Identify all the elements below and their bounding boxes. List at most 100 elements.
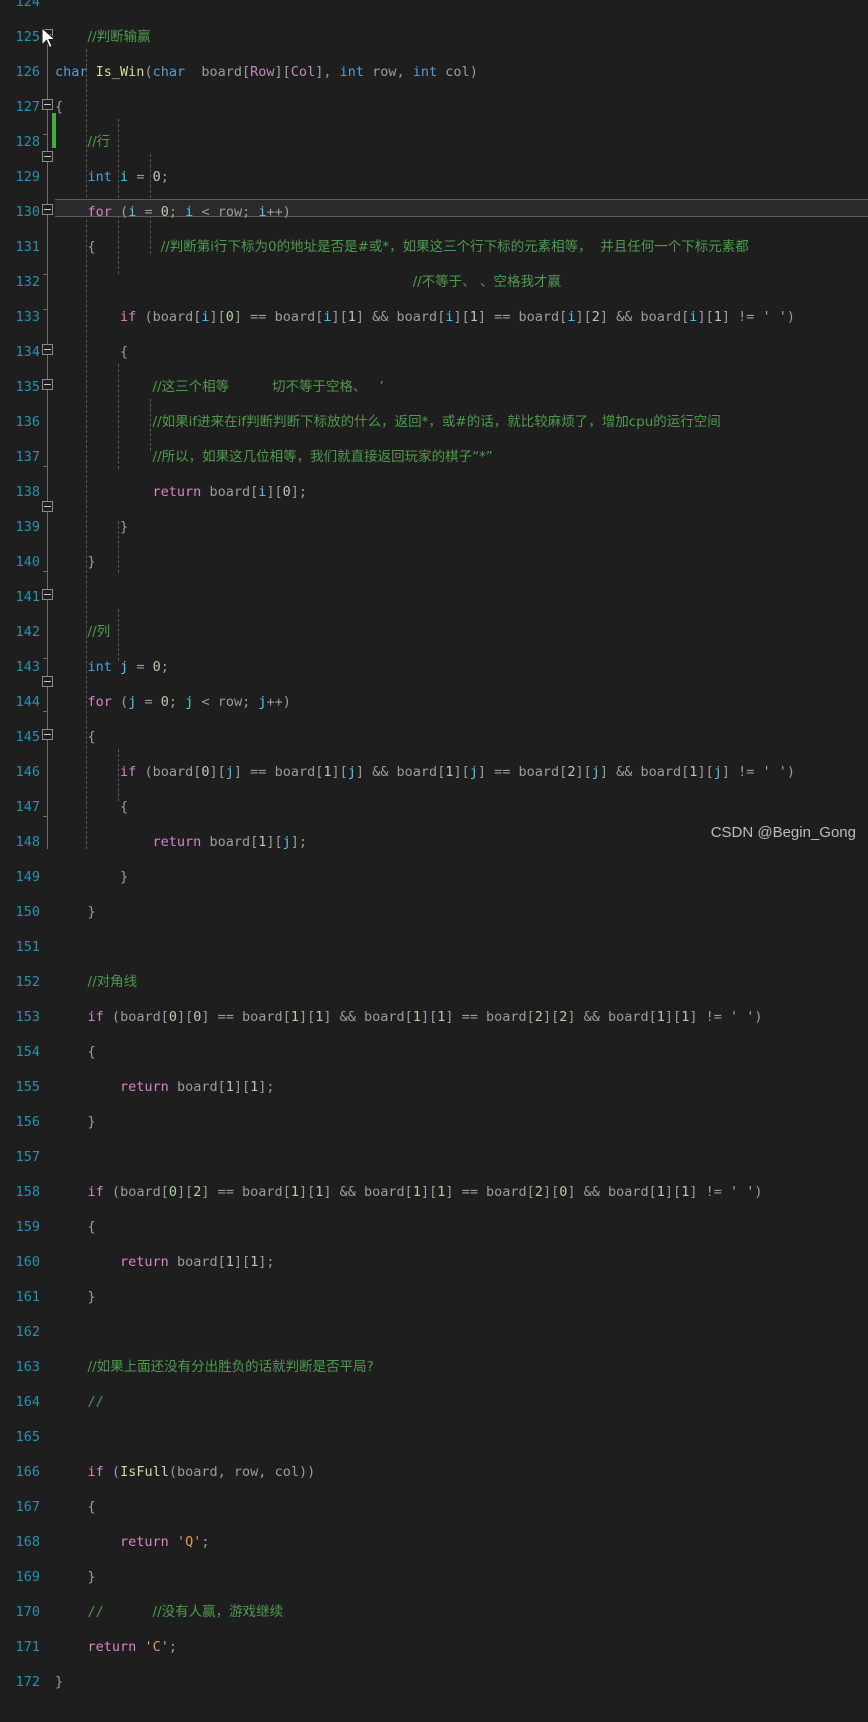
line-content[interactable]: { bbox=[55, 1499, 96, 1517]
line-number: 146 bbox=[15, 764, 40, 780]
line-content[interactable]: //对角线 bbox=[55, 974, 138, 992]
fold-toggle-153[interactable] bbox=[42, 501, 53, 512]
line-content[interactable]: int j = 0; bbox=[55, 659, 169, 677]
line-content[interactable]: return 'Q'; bbox=[55, 1534, 209, 1552]
code-line: 129 int i = 0; bbox=[0, 169, 868, 187]
line-number: 155 bbox=[15, 1079, 40, 1095]
line-number: 131 bbox=[15, 239, 40, 255]
line-content[interactable]: { bbox=[55, 1219, 96, 1237]
code-line: 138 return board[i][0]; bbox=[0, 484, 868, 502]
code-line: 136 //如果if进来在if判断判断下标放的什么，返回*，或#的话，就比较麻烦… bbox=[0, 414, 868, 432]
code-line: 134 { bbox=[0, 344, 868, 362]
line-number: 127 bbox=[15, 99, 40, 115]
line-content[interactable]: } bbox=[55, 904, 96, 922]
line-content[interactable]: //列 bbox=[55, 624, 111, 642]
code-line: 159 { bbox=[0, 1219, 868, 1237]
line-content[interactable]: for (j = 0; j < row; j++) bbox=[55, 694, 291, 712]
line-content[interactable]: } bbox=[55, 554, 96, 572]
outline-vertical-line bbox=[47, 42, 48, 849]
line-content[interactable]: //判断输赢 bbox=[55, 29, 151, 47]
line-content[interactable]: if (board[0][0] == board[1][1] && board[… bbox=[55, 1009, 763, 1027]
code-line: 151 bbox=[0, 939, 868, 957]
line-number: 135 bbox=[15, 379, 40, 395]
line-content[interactable]: //如果上面还没有分出胜负的话就判断是否平局? bbox=[55, 1359, 374, 1377]
code-line: 162 bbox=[0, 1324, 868, 1342]
line-number: 144 bbox=[15, 694, 40, 710]
line-content[interactable]: } bbox=[55, 1289, 96, 1307]
line-number: 169 bbox=[15, 1569, 40, 1585]
line-content[interactable]: if (IsFull(board, row, col)) bbox=[55, 1464, 316, 1482]
line-content[interactable]: // bbox=[55, 1394, 104, 1412]
fold-toggle-163[interactable] bbox=[42, 676, 53, 687]
line-content[interactable]: { //判断第i行下标为0的地址是否是#或*，如果这三个行下标的元素相等， 并且… bbox=[55, 239, 749, 257]
code-line: 163 //如果上面还没有分出胜负的话就判断是否平局? bbox=[0, 1359, 868, 1377]
line-content[interactable]: if (board[0][2] == board[1][1] && board[… bbox=[55, 1184, 763, 1202]
code-line: 140 } bbox=[0, 554, 868, 572]
line-number: 147 bbox=[15, 799, 40, 815]
line-content[interactable]: } bbox=[55, 1569, 96, 1587]
code-line: 143 int j = 0; bbox=[0, 659, 868, 677]
line-content[interactable]: char Is_Win(char board[Row][Col], int ro… bbox=[55, 64, 478, 82]
line-number: 157 bbox=[15, 1149, 40, 1165]
line-number: 128 bbox=[15, 134, 40, 150]
line-number: 170 bbox=[15, 1604, 40, 1620]
csdn-watermark: CSDN @Begin_Gong bbox=[710, 824, 856, 841]
line-content[interactable]: for (i = 0; i < row; i++) bbox=[55, 204, 291, 222]
line-content[interactable]: } bbox=[55, 1674, 63, 1692]
code-line: 172 } bbox=[0, 1674, 868, 1692]
line-content[interactable]: return board[1][1]; bbox=[55, 1079, 275, 1097]
line-content[interactable]: } bbox=[55, 1114, 96, 1132]
code-line: 156 } bbox=[0, 1114, 868, 1132]
line-number: 171 bbox=[15, 1639, 40, 1655]
line-number: 159 bbox=[15, 1219, 40, 1235]
line-content[interactable]: } bbox=[55, 519, 128, 537]
line-number: 143 bbox=[15, 659, 40, 675]
code-line: 133 if (board[i][0] == board[i][1] && bo… bbox=[0, 309, 868, 327]
line-content[interactable]: //行 bbox=[55, 134, 111, 152]
code-line: 165 bbox=[0, 1429, 868, 1447]
code-line: 154 { bbox=[0, 1044, 868, 1062]
line-number: 134 bbox=[15, 344, 40, 360]
line-number: 138 bbox=[15, 484, 40, 500]
code-line: 166 if (IsFull(board, row, col)) bbox=[0, 1464, 868, 1482]
code-line: 130 for (i = 0; i < row; i++) bbox=[0, 204, 868, 222]
code-line: 152 //对角线 bbox=[0, 974, 868, 992]
line-content[interactable]: return board[1][j]; bbox=[55, 834, 308, 852]
line-number: 142 bbox=[15, 624, 40, 640]
line-content[interactable]: return board[i][0]; bbox=[55, 484, 308, 502]
line-content[interactable]: return board[1][1]; bbox=[55, 1254, 275, 1272]
line-content[interactable]: //这三个相等 切不等于空格、 ’ bbox=[55, 379, 384, 397]
line-content[interactable]: int i = 0; bbox=[55, 169, 169, 187]
line-content[interactable]: } bbox=[55, 869, 128, 887]
line-content[interactable]: //不等于、 、空格我才赢 bbox=[55, 274, 561, 292]
line-number: 148 bbox=[15, 834, 40, 850]
line-content[interactable]: // //没有人赢，游戏继续 bbox=[55, 1604, 284, 1622]
code-line: 161 } bbox=[0, 1289, 868, 1307]
line-content[interactable]: { bbox=[55, 799, 128, 817]
line-number: 161 bbox=[15, 1289, 40, 1305]
code-line: 135 //这三个相等 切不等于空格、 ’ bbox=[0, 379, 868, 397]
code-line: 167 { bbox=[0, 1499, 868, 1517]
line-content[interactable]: { bbox=[55, 99, 63, 117]
line-number: 130 bbox=[15, 204, 40, 220]
code-line: 146 if (board[0][j] == board[1][j] && bo… bbox=[0, 764, 868, 782]
line-content[interactable]: //所以，如果这几位相等，我们就直接返回玩家的棋子“*” bbox=[55, 449, 493, 467]
code-line: 127 { bbox=[0, 99, 868, 117]
line-number: 164 bbox=[15, 1394, 40, 1410]
line-content[interactable]: { bbox=[55, 729, 96, 747]
line-content[interactable]: return 'C'; bbox=[55, 1639, 177, 1657]
code-line: 158 if (board[0][2] == board[1][1] && bo… bbox=[0, 1184, 868, 1202]
line-number: 145 bbox=[15, 729, 40, 745]
line-number: 140 bbox=[15, 554, 40, 570]
line-number: 168 bbox=[15, 1534, 40, 1550]
line-number: 167 bbox=[15, 1499, 40, 1515]
line-content[interactable]: { bbox=[55, 1044, 96, 1062]
line-content[interactable]: //如果if进来在if判断判断下标放的什么，返回*，或#的话，就比较麻烦了，增加… bbox=[55, 414, 721, 432]
line-content[interactable]: { bbox=[55, 344, 128, 362]
line-content[interactable]: if (board[i][0] == board[i][1] && board[… bbox=[55, 309, 795, 327]
fold-toggle-133[interactable] bbox=[42, 151, 53, 162]
code-line: 144 for (j = 0; j < row; j++) bbox=[0, 694, 868, 712]
code-line: 149 } bbox=[0, 869, 868, 887]
code-editor[interactable]: 124 125 //判断输赢 126 char Is_Win(char boar… bbox=[0, 0, 868, 1690]
line-content[interactable]: if (board[0][j] == board[1][j] && board[… bbox=[55, 764, 795, 782]
